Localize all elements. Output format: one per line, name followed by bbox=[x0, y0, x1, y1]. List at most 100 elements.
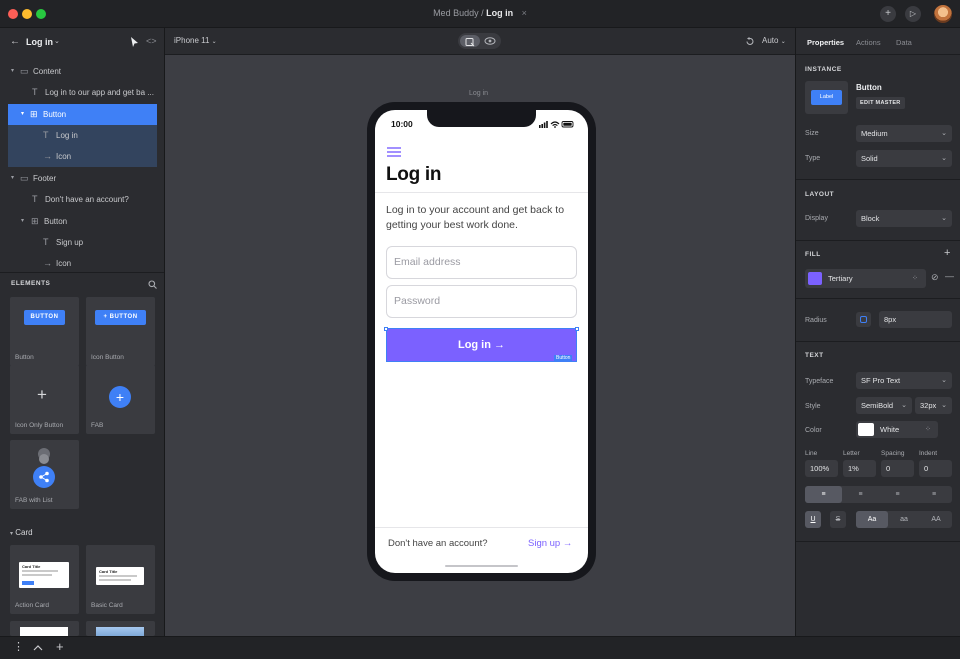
tree-item-login-text[interactable]: T Log in bbox=[8, 125, 157, 146]
close-tab-icon[interactable]: × bbox=[522, 8, 527, 18]
type-select[interactable]: Solid ⌄ bbox=[856, 150, 952, 167]
typeface-select[interactable]: SF Pro Text ⌄ bbox=[856, 372, 952, 389]
element-fab-with-list[interactable]: FAB with List bbox=[10, 440, 79, 509]
header-divider bbox=[375, 192, 588, 193]
zoom-select[interactable]: Auto ⌄ bbox=[762, 36, 786, 45]
card-section-header[interactable]: ▾ Card bbox=[10, 528, 33, 537]
tree-item-content[interactable]: ▾ ▭ Content bbox=[0, 61, 164, 82]
add-fill-icon[interactable]: + bbox=[944, 247, 950, 259]
elements-header: ELEMENTS bbox=[0, 272, 164, 294]
add-icon[interactable]: + bbox=[56, 640, 64, 654]
search-icon[interactable] bbox=[148, 280, 157, 289]
phone-notch bbox=[427, 110, 536, 127]
pointer-icon[interactable] bbox=[130, 37, 139, 47]
detach-icon[interactable]: ⊘ bbox=[931, 272, 939, 283]
align-justify-icon[interactable]: ≡ bbox=[916, 486, 952, 503]
fill-select[interactable]: Tertiary ⁘ bbox=[805, 269, 926, 288]
element-button[interactable]: BUTTON Button bbox=[10, 297, 79, 366]
letter-spacing-input[interactable]: 1% bbox=[843, 460, 876, 477]
paragraph-spacing-input[interactable]: 0 bbox=[881, 460, 914, 477]
code-icon[interactable]: <> bbox=[146, 36, 157, 46]
resize-handle[interactable] bbox=[384, 327, 388, 331]
element-action-card[interactable]: Card Title Action Card bbox=[10, 545, 79, 614]
chevron-down-icon: ⌄ bbox=[941, 130, 947, 137]
rotate-icon[interactable] bbox=[745, 37, 754, 46]
layout-title: LAYOUT bbox=[805, 191, 835, 198]
edit-master-button[interactable]: EDIT MASTER bbox=[856, 97, 905, 109]
font-size-select[interactable]: 32px ⌄ bbox=[915, 397, 952, 414]
tab-actions[interactable]: Actions bbox=[856, 38, 881, 47]
tree-item-button[interactable]: ▾ ⊞ Button bbox=[0, 211, 164, 232]
layers-panel: ← Log in ⌄ <> ▾ ▭ Content T Log in to ou… bbox=[0, 28, 165, 636]
add-icon[interactable]: + bbox=[880, 6, 896, 22]
tree-item-footer[interactable]: ▾ ▭ Footer bbox=[0, 168, 164, 189]
screen-title[interactable]: Log in bbox=[26, 37, 53, 47]
layers-header: ← Log in ⌄ <> bbox=[0, 28, 164, 56]
login-button[interactable]: Log in → bbox=[386, 328, 577, 362]
chevron-down-icon: ⌄ bbox=[901, 402, 907, 409]
resize-handle[interactable] bbox=[575, 327, 579, 331]
tree-item-icon[interactable]: → Icon bbox=[8, 146, 157, 167]
tree-item-text[interactable]: T Log in to our app and get ba ... bbox=[0, 82, 164, 103]
line-height-input[interactable]: 100% bbox=[805, 460, 838, 477]
avatar[interactable] bbox=[934, 5, 952, 23]
style-select[interactable]: SemiBold ⌄ bbox=[856, 397, 912, 414]
tree-item-icon[interactable]: → Icon bbox=[0, 253, 164, 274]
case-lower[interactable]: aa bbox=[888, 511, 920, 528]
eye-icon[interactable] bbox=[483, 35, 497, 47]
element-basic-card[interactable]: Card Title Basic Card bbox=[86, 545, 155, 614]
arrow-icon: → bbox=[43, 258, 52, 268]
email-field[interactable]: Email address bbox=[386, 246, 577, 279]
window-title: Med Buddy / Log in × bbox=[433, 8, 527, 18]
case-sentence[interactable]: Aa bbox=[856, 511, 888, 528]
strikethrough-button[interactable]: S bbox=[830, 511, 846, 528]
element-icon-button[interactable]: + BUTTON Icon Button bbox=[86, 297, 155, 366]
back-arrow-icon[interactable]: ← bbox=[10, 36, 20, 47]
align-right-icon[interactable]: ≡ bbox=[879, 486, 916, 503]
tree-item-text[interactable]: T Don't have an account? bbox=[0, 189, 164, 210]
password-field[interactable]: Password bbox=[386, 285, 577, 318]
element-fab[interactable]: + FAB bbox=[86, 365, 155, 434]
tree-item-signup-text[interactable]: T Sign up bbox=[0, 232, 164, 253]
instance-preview: Label bbox=[805, 81, 848, 114]
size-select[interactable]: Medium ⌄ bbox=[856, 125, 952, 142]
menu-icon[interactable] bbox=[387, 147, 401, 157]
view-toggle[interactable] bbox=[458, 33, 501, 49]
align-center-icon[interactable]: ≡ bbox=[842, 486, 879, 503]
share-icon bbox=[33, 466, 55, 488]
chevron-down-icon: ⌄ bbox=[941, 155, 947, 162]
more-icon[interactable]: ⋮ bbox=[13, 641, 24, 653]
screen-name: Log in bbox=[486, 8, 514, 18]
tree-item-button-selected[interactable]: ▾ ⊞ Button bbox=[8, 104, 157, 125]
chevron-down-icon: ▾ bbox=[10, 531, 14, 537]
radius-input[interactable]: 8px bbox=[879, 311, 952, 328]
element-card-partial[interactable] bbox=[86, 621, 155, 636]
grid-icon: ⊞ bbox=[31, 216, 39, 226]
play-icon[interactable]: ▷ bbox=[905, 6, 921, 22]
project-name: Med Buddy bbox=[433, 8, 479, 18]
canvas[interactable]: iPhone 11 ⌄ Auto ⌄ Log in 10:00 Log in L… bbox=[165, 28, 795, 636]
remove-fill-icon[interactable]: — bbox=[945, 271, 954, 281]
display-select[interactable]: Block ⌄ bbox=[856, 210, 952, 227]
grid-icon: ⊞ bbox=[30, 109, 38, 119]
case-upper[interactable]: AA bbox=[920, 511, 952, 528]
preview-icon[interactable] bbox=[460, 35, 480, 47]
fill-title: FILL bbox=[805, 251, 821, 258]
underline-button[interactable]: U bbox=[805, 511, 821, 528]
status-time: 10:00 bbox=[391, 119, 413, 129]
element-card-partial[interactable] bbox=[10, 621, 79, 636]
element-icon-only-button[interactable]: + Icon Only Button bbox=[10, 365, 79, 434]
properties-panel: Properties Actions Data INSTANCE Label B… bbox=[795, 28, 960, 636]
signup-link[interactable]: Sign up → bbox=[528, 538, 572, 549]
text-color-select[interactable]: White ⁘ bbox=[856, 421, 938, 438]
frame-label: Log in bbox=[469, 90, 489, 97]
device-select[interactable]: iPhone 11 ⌄ bbox=[174, 36, 217, 45]
radius-corner-icon[interactable] bbox=[856, 312, 871, 327]
chevron-down-icon[interactable]: ⌄ bbox=[54, 37, 60, 45]
indent-input[interactable]: 0 bbox=[919, 460, 952, 477]
align-left-icon[interactable]: ≡ bbox=[805, 486, 842, 503]
chevron-up-icon[interactable] bbox=[33, 644, 43, 651]
footer-divider bbox=[375, 527, 588, 528]
tab-properties[interactable]: Properties bbox=[807, 38, 844, 47]
tab-data[interactable]: Data bbox=[896, 38, 912, 47]
